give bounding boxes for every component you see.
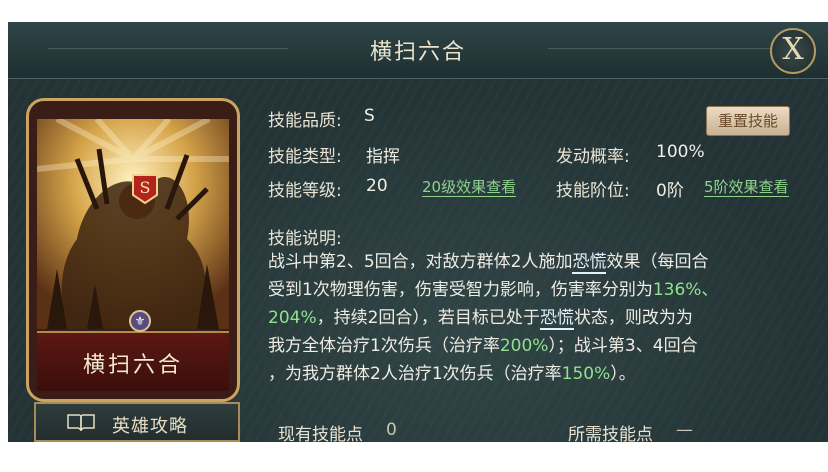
trigger-value: 100% xyxy=(656,142,705,162)
quality-label: 技能品质: xyxy=(268,111,342,131)
description-line: 受到1次物理伤害，伤害受智力影响，伤害率分别为136%、 xyxy=(268,280,719,300)
hero-guide-label: 英雄攻略 xyxy=(112,416,188,437)
tier-value: 0阶 xyxy=(656,181,684,201)
tier-effect-link[interactable]: 5阶效果查看 xyxy=(704,178,789,197)
close-button[interactable]: X xyxy=(770,28,816,74)
description-line: ，为我方群体2人治疗1次伤兵（治疗率150%）。 xyxy=(268,364,636,384)
title-bar: 横扫六合 X xyxy=(8,22,828,79)
current-points-label: 现有技能点 xyxy=(278,425,363,442)
grade-badge-letter: S xyxy=(140,178,151,197)
skill-card: S 横扫六合 xyxy=(26,98,240,402)
trigger-label: 发动概率: xyxy=(556,147,630,167)
description-line: 204%，持续2回合），若目标已处于恐慌状态，则改为为 xyxy=(268,308,693,330)
type-value: 指挥 xyxy=(366,147,400,167)
type-label: 技能类型: xyxy=(268,147,342,167)
required-points-label: 所需技能点 xyxy=(568,425,653,442)
faction-emblem-icon: ⚜ xyxy=(129,310,151,332)
book-icon xyxy=(67,414,95,431)
card-skill-name: 横扫六合 xyxy=(82,353,183,378)
description-line: 我方全体治疗1次伤兵（治疗率200%）；战斗第3、4回合 xyxy=(268,336,698,356)
current-points-value: 0 xyxy=(386,420,397,440)
required-points-value: — xyxy=(676,420,693,440)
description-heading: 技能说明: xyxy=(268,229,342,249)
hero-guide-button[interactable]: 英雄攻略 xyxy=(34,402,240,442)
panic-keyword-link[interactable]: 恐慌 xyxy=(572,252,607,274)
description-line: 战斗中第2、5回合，对敌方群体2人施加恐慌效果（每回合 xyxy=(268,252,709,274)
skill-description: 战斗中第2、5回合，对敌方群体2人施加恐慌效果（每回合 受到1次物理伤害，伤害受… xyxy=(268,248,798,388)
skill-artwork xyxy=(37,119,229,329)
card-name-plate: 横扫六合 xyxy=(37,331,229,391)
level-label: 技能等级: xyxy=(268,181,342,201)
tier-label: 技能阶位: xyxy=(556,181,630,201)
reset-skill-button[interactable]: 重置技能 xyxy=(706,106,790,136)
level-value: 20 xyxy=(366,176,388,196)
panic-keyword-link[interactable]: 恐慌 xyxy=(539,308,574,330)
quality-value: S xyxy=(364,106,375,126)
page-title: 横扫六合 xyxy=(369,40,466,65)
grade-badge: S xyxy=(132,174,158,205)
level-effect-link[interactable]: 20级效果查看 xyxy=(422,178,517,197)
skill-detail-panel: 横扫六合 X S 横扫六合 ⚜ 英雄攻略 技能品质: S 重置技能 技能类型: … xyxy=(8,22,828,442)
